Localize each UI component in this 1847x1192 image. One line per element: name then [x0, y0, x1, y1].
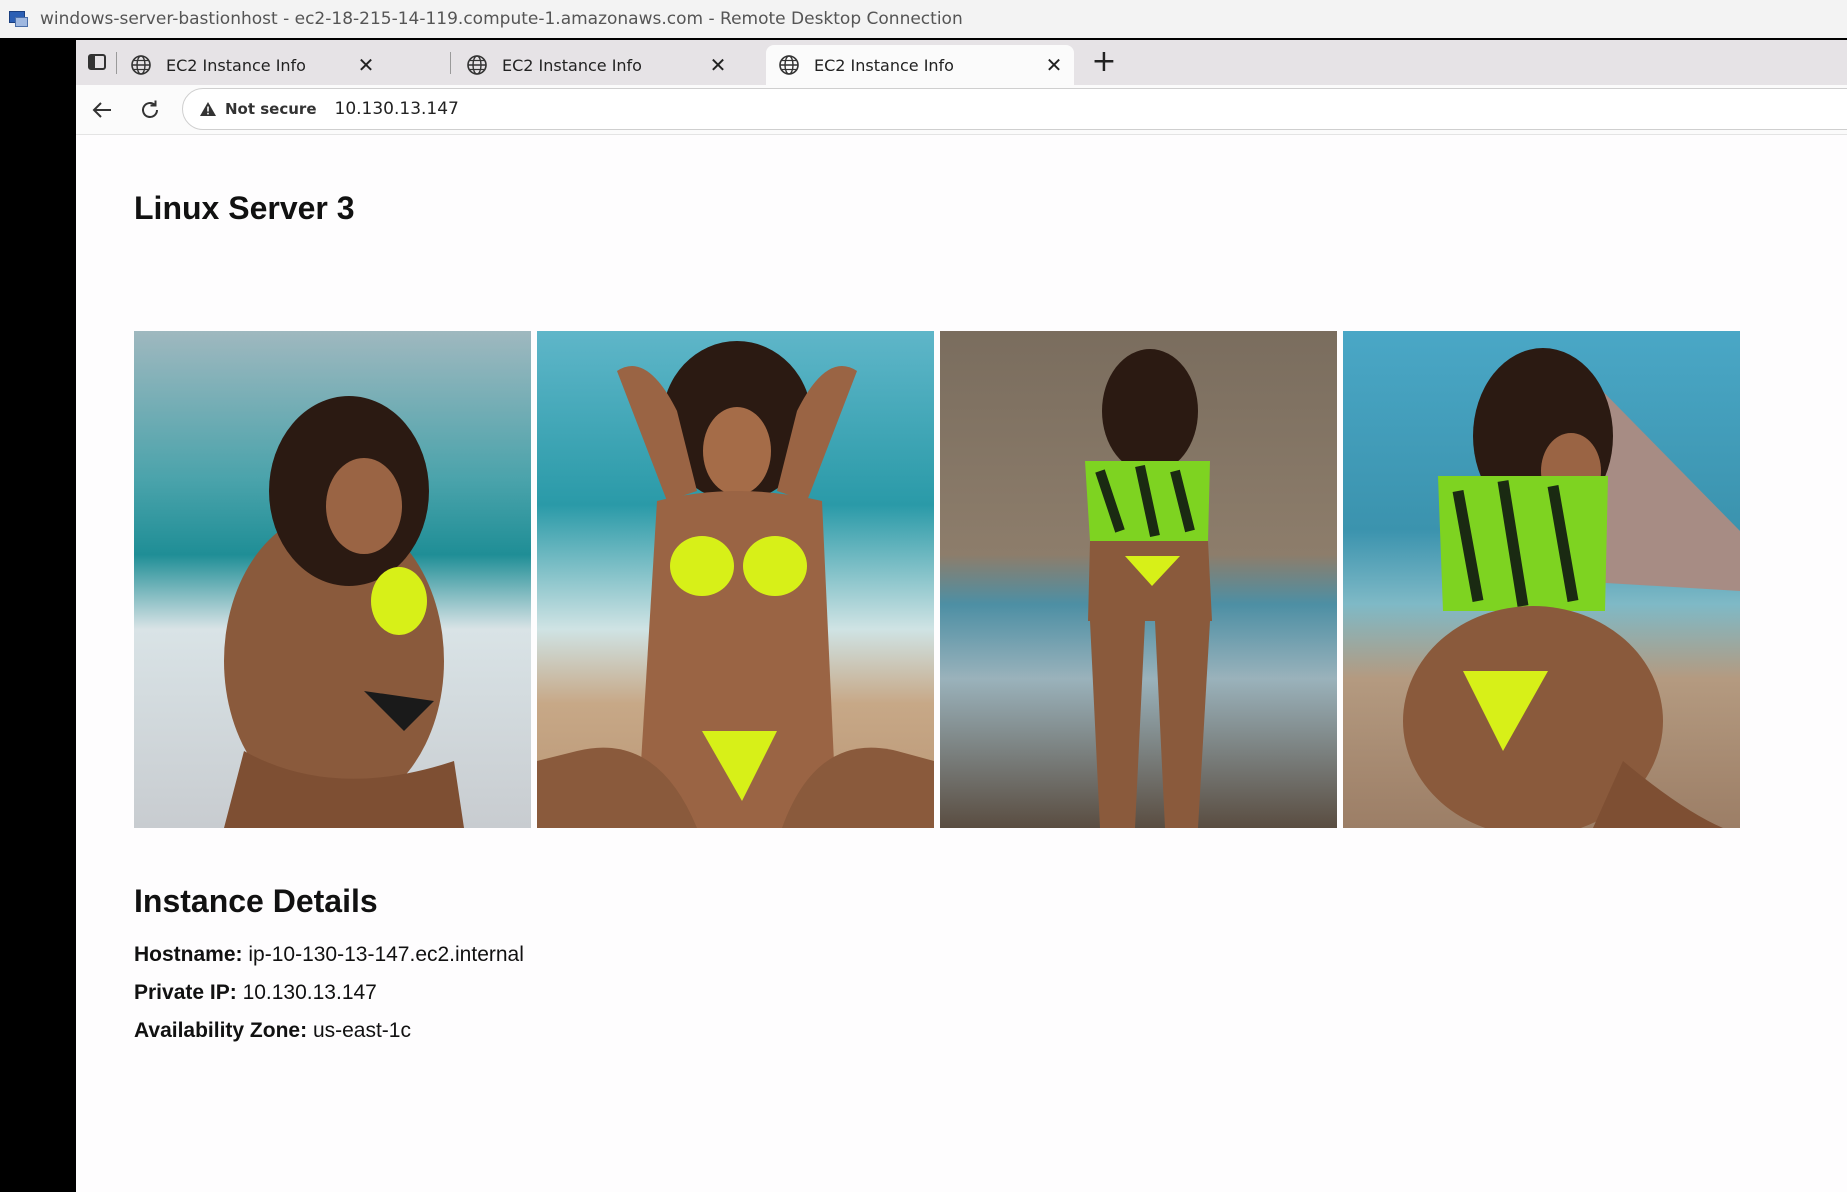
photo-3-image [940, 331, 1337, 828]
photo-1-image [134, 331, 531, 828]
page-content: Linux Server 3 Instance Details Hostname… [76, 135, 1847, 1192]
private-ip-label: Private IP: [134, 981, 237, 1004]
tab-label: EC2 Instance Info [502, 55, 642, 75]
tab-ec2-instance-info-1[interactable]: EC2 Instance Info ✕ [118, 45, 386, 85]
window-title: windows-server-bastionhost - ec2-18-215-… [40, 9, 963, 29]
rdp-title-bar: windows-server-bastionhost - ec2-18-215-… [0, 0, 1847, 38]
tab-label: EC2 Instance Info [814, 55, 954, 75]
gallery-photo [1343, 331, 1740, 828]
tab-ec2-instance-info-active[interactable]: EC2 Instance Info ✕ [766, 45, 1074, 85]
tab-strip: EC2 Instance Info ✕ EC2 Instance Info ✕ … [76, 40, 1847, 85]
tab-divider [450, 52, 451, 74]
private-ip-row: Private IP: 10.130.13.147 [134, 981, 377, 1005]
availability-zone-row: Availability Zone: us-east-1c [134, 1019, 411, 1043]
globe-icon [467, 55, 487, 75]
image-gallery [134, 331, 1740, 828]
hostname-value: ip-10-130-13-147.ec2.internal [248, 943, 524, 966]
back-button[interactable] [86, 94, 118, 126]
instance-details-heading: Instance Details [134, 883, 378, 919]
tab-actions-icon[interactable] [82, 49, 112, 75]
url-text[interactable]: 10.130.13.147 [335, 99, 459, 119]
gallery-photo [940, 331, 1337, 828]
photo-2-image [537, 331, 934, 828]
close-tab-icon[interactable]: ✕ [706, 53, 730, 77]
reload-button[interactable] [134, 94, 166, 126]
hostname-row: Hostname: ip-10-130-13-147.ec2.internal [134, 943, 524, 967]
availability-zone-value: us-east-1c [312, 1019, 411, 1042]
remote-desktop-background [0, 40, 76, 1192]
globe-icon [779, 55, 799, 75]
tab-label: EC2 Instance Info [166, 55, 306, 75]
gallery-photo [537, 331, 934, 828]
page-title: Linux Server 3 [134, 190, 355, 226]
reload-icon [142, 100, 158, 118]
close-tab-icon[interactable]: ✕ [1042, 53, 1066, 77]
gallery-photo [134, 331, 531, 828]
remote-desktop-icon [8, 8, 30, 30]
browser-window: EC2 Instance Info ✕ EC2 Instance Info ✕ … [76, 40, 1847, 1192]
warning-icon[interactable] [199, 101, 217, 117]
browser-toolbar: Not secure 10.130.13.147 [76, 85, 1847, 135]
tab-divider [116, 52, 117, 74]
hostname-label: Hostname: [134, 943, 243, 966]
availability-zone-label: Availability Zone: [134, 1019, 308, 1042]
globe-icon [131, 55, 151, 75]
address-bar[interactable]: Not secure 10.130.13.147 [182, 88, 1847, 130]
new-tab-button[interactable]: + [1088, 47, 1120, 79]
tab-ec2-instance-info-2[interactable]: EC2 Instance Info ✕ [454, 45, 738, 85]
private-ip-value: 10.130.13.147 [242, 981, 377, 1004]
back-arrow-icon [92, 102, 111, 118]
security-status[interactable]: Not secure [225, 100, 317, 118]
photo-4-image [1343, 331, 1740, 828]
close-tab-icon[interactable]: ✕ [354, 53, 378, 77]
